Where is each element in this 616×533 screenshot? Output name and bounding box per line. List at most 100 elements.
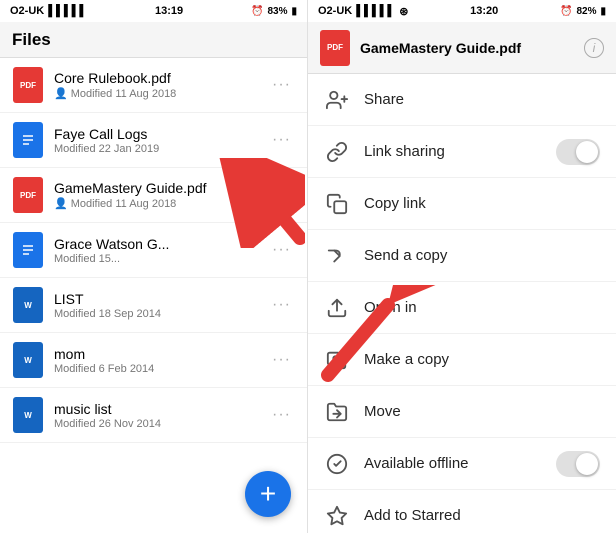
more-button[interactable]: ··· (268, 237, 295, 263)
file-info: LIST Modified 18 Sep 2014 (54, 291, 268, 320)
list-item[interactable]: W LIST Modified 18 Sep 2014 ··· (0, 278, 307, 333)
available-offline-icon (324, 453, 350, 475)
file-modified: Modified 6 Feb 2014 (54, 363, 154, 375)
file-meta: Modified 18 Sep 2014 (54, 308, 268, 320)
list-item[interactable]: Grace Watson G... Modified 15... ··· (0, 223, 307, 278)
right-status-right: ⏰ 82% ▮ (560, 6, 606, 17)
open-in-icon (324, 297, 350, 319)
file-name: Faye Call Logs (54, 126, 268, 142)
action-menu: Share Link sharing Copy l (308, 74, 616, 533)
open-in-menu-item[interactable]: Open in (308, 282, 616, 334)
send-copy-label: Send a copy (364, 247, 600, 264)
more-button-highlighted[interactable]: ··· (263, 179, 295, 211)
more-button[interactable]: ··· (268, 347, 295, 373)
right-carrier-text: O2-UK (318, 5, 352, 17)
file-info: Grace Watson G... Modified 15... (54, 236, 268, 265)
right-wifi-icon: ⊛ (399, 5, 408, 18)
file-name: music list (54, 401, 268, 417)
right-header-pdf-icon: PDF (320, 30, 350, 66)
right-header-title: GameMastery Guide.pdf (360, 40, 574, 56)
star-icon (324, 505, 350, 527)
file-icon-word: W (12, 341, 44, 379)
file-info: GameMastery Guide.pdf 👤 Modified 11 Aug … (54, 180, 263, 210)
left-time: 13:19 (155, 5, 183, 17)
left-top-bar: Files (0, 22, 307, 58)
right-alarm-icon: ⏰ (560, 6, 572, 17)
file-modified: Modified 18 Sep 2014 (54, 308, 161, 320)
file-icon-word: W (12, 286, 44, 324)
file-name: LIST (54, 291, 268, 307)
list-item[interactable]: Faye Call Logs Modified 22 Jan 2019 ··· (0, 113, 307, 168)
more-button[interactable]: ··· (268, 127, 295, 153)
file-modified: Modified 11 Aug 2018 (71, 198, 177, 210)
toggle-knob (576, 453, 598, 475)
file-meta: 👤 Modified 11 Aug 2018 (54, 197, 263, 210)
shared-icon: 👤 (54, 87, 68, 100)
right-status-carrier: O2-UK ▌▌▌▌▌ ⊛ (318, 5, 408, 18)
make-copy-icon (324, 349, 350, 371)
battery-icon: ▮ (291, 6, 297, 17)
file-list: PDF Core Rulebook.pdf 👤 Modified 11 Aug … (0, 58, 307, 533)
add-starred-label: Add to Starred (364, 507, 600, 524)
more-button[interactable]: ··· (268, 402, 295, 428)
right-signal-icon: ▌▌▌▌▌ (356, 5, 395, 17)
file-icon-word: W (12, 396, 44, 434)
file-info: mom Modified 6 Feb 2014 (54, 346, 268, 375)
send-icon (324, 245, 350, 267)
file-icon-pdf: PDF (12, 176, 44, 214)
available-offline-menu-item[interactable]: Available offline (308, 438, 616, 490)
battery-text: 83% (267, 6, 287, 17)
file-meta: Modified 22 Jan 2019 (54, 143, 268, 155)
file-meta: Modified 6 Feb 2014 (54, 363, 268, 375)
alarm-icon: ⏰ (251, 6, 263, 17)
more-button[interactable]: ··· (268, 72, 295, 98)
send-copy-menu-item[interactable]: Send a copy (308, 230, 616, 282)
more-button[interactable]: ··· (268, 292, 295, 318)
file-meta: Modified 15... (54, 253, 268, 265)
file-name: GameMastery Guide.pdf (54, 180, 263, 196)
right-panel: O2-UK ▌▌▌▌▌ ⊛ 13:20 ⏰ 82% ▮ PDF GameMast… (308, 0, 616, 533)
link-sharing-menu-item[interactable]: Link sharing (308, 126, 616, 178)
file-icon-docs (12, 121, 44, 159)
link-sharing-label: Link sharing (364, 143, 542, 160)
file-info: music list Modified 26 Nov 2014 (54, 401, 268, 430)
copy-link-menu-item[interactable]: Copy link (308, 178, 616, 230)
available-offline-label: Available offline (364, 455, 542, 472)
list-item[interactable]: W music list Modified 26 Nov 2014 ··· (0, 388, 307, 443)
link-sharing-toggle[interactable] (556, 139, 600, 165)
available-offline-toggle[interactable] (556, 451, 600, 477)
file-meta: Modified 26 Nov 2014 (54, 418, 268, 430)
list-item[interactable]: PDF GameMastery Guide.pdf 👤 Modified 11 … (0, 168, 307, 223)
list-item[interactable]: W mom Modified 6 Feb 2014 ··· (0, 333, 307, 388)
left-panel: O2-UK ▌▌▌▌▌ 13:19 ⏰ 83% ▮ Files PDF Core… (0, 0, 308, 533)
move-icon (324, 401, 350, 423)
right-header: PDF GameMastery Guide.pdf i (308, 22, 616, 74)
file-icon-pdf: PDF (12, 66, 44, 104)
file-modified: Modified 22 Jan 2019 (54, 143, 159, 155)
left-status-carrier: O2-UK ▌▌▌▌▌ (10, 5, 87, 17)
share-menu-item[interactable]: Share (308, 74, 616, 126)
file-info: Faye Call Logs Modified 22 Jan 2019 (54, 126, 268, 155)
file-info: Core Rulebook.pdf 👤 Modified 11 Aug 2018 (54, 70, 268, 100)
files-title: Files (12, 30, 51, 50)
add-fab-button[interactable]: + (245, 471, 291, 517)
make-copy-menu-item[interactable]: Make a copy (308, 334, 616, 386)
copy-link-label: Copy link (364, 195, 600, 212)
right-battery-text: 82% (576, 6, 596, 17)
shared-icon: 👤 (54, 197, 68, 210)
add-starred-menu-item[interactable]: Add to Starred (308, 490, 616, 533)
toggle-knob (576, 141, 598, 163)
link-icon (324, 141, 350, 163)
file-modified: Modified 26 Nov 2014 (54, 418, 161, 430)
file-modified: Modified 15... (54, 253, 120, 265)
carrier-text: O2-UK (10, 5, 44, 17)
move-menu-item[interactable]: Move (308, 386, 616, 438)
left-status-right: ⏰ 83% ▮ (251, 6, 297, 17)
make-copy-label: Make a copy (364, 351, 600, 368)
info-button[interactable]: i (584, 38, 604, 58)
left-status-bar: O2-UK ▌▌▌▌▌ 13:19 ⏰ 83% ▮ (0, 0, 307, 22)
copy-icon (324, 193, 350, 215)
list-item[interactable]: PDF Core Rulebook.pdf 👤 Modified 11 Aug … (0, 58, 307, 113)
open-in-label: Open in (364, 299, 600, 316)
share-label: Share (364, 91, 600, 108)
